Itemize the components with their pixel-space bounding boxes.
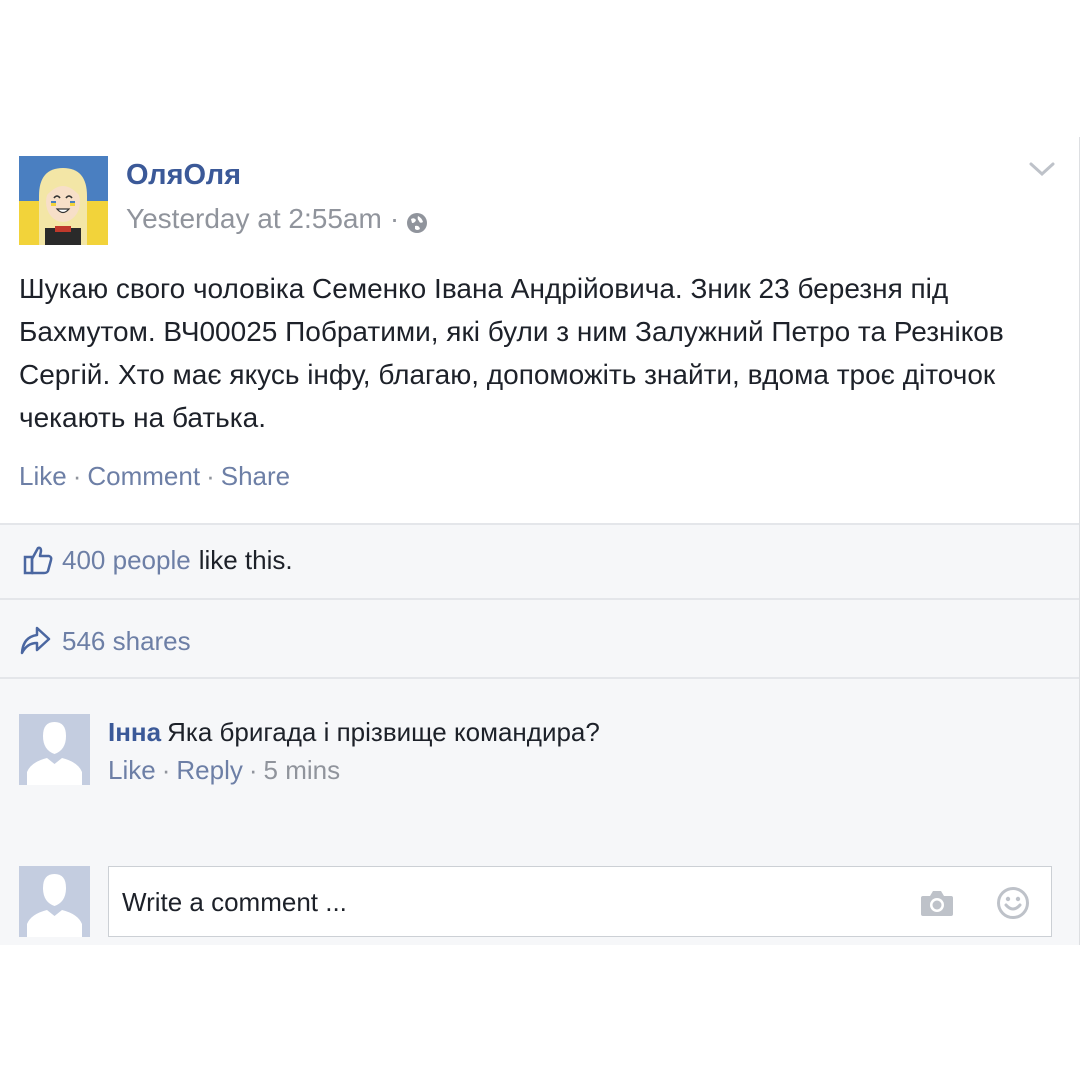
comment-actions: Like · Reply · 5 mins — [108, 755, 340, 786]
divider — [0, 523, 1079, 525]
shares-summary: 546 shares — [18, 618, 191, 664]
author-avatar-image — [19, 156, 108, 245]
share-link[interactable]: Share — [221, 461, 290, 491]
divider — [0, 598, 1079, 600]
comment-input[interactable]: Write a comment ... — [108, 866, 1052, 937]
post-meta: Yesterday at 2:55am · — [126, 203, 429, 235]
likes-summary: 400 people like this. — [22, 540, 293, 580]
action-separator: · — [72, 461, 82, 491]
divider — [0, 677, 1079, 679]
post-timestamp[interactable]: Yesterday at 2:55am — [126, 203, 382, 235]
post-header-section: ОляОля Yesterday at 2:55am · Шукаю свого… — [0, 137, 1079, 525]
comment-action-separator: · — [161, 755, 171, 785]
post-actions: Like · Comment · Share — [19, 461, 290, 492]
author-avatar[interactable] — [19, 156, 108, 245]
comment-action-separator: · — [248, 755, 258, 785]
comment-reply-link[interactable]: Reply — [176, 755, 242, 785]
likes-count-link[interactable]: 400 people — [62, 545, 191, 576]
author-name[interactable]: ОляОля — [126, 159, 241, 192]
meta-separator: · — [389, 203, 400, 234]
commenter-avatar[interactable] — [19, 714, 90, 785]
chevron-down-icon[interactable] — [1028, 159, 1056, 179]
share-arrow-icon — [18, 624, 52, 658]
likes-suffix: like this. — [198, 544, 293, 575]
comment-text: Яка бригада і прізвище командира? — [167, 717, 600, 747]
post-text: Шукаю свого чоловіка Семенко Івана Андрі… — [19, 273, 1004, 433]
comment-body: Інна Яка бригада і прізвище командира? — [108, 717, 600, 748]
shares-count-link[interactable]: 546 shares — [62, 626, 191, 657]
globe-icon[interactable] — [405, 210, 429, 234]
comment-input-placeholder: Write a comment ... — [122, 887, 347, 917]
comment-link[interactable]: Comment — [87, 461, 200, 491]
facebook-post: ОляОля Yesterday at 2:55am · Шукаю свого… — [0, 137, 1080, 945]
camera-icon[interactable] — [919, 888, 955, 918]
thumbs-up-icon — [22, 544, 54, 576]
smiley-icon[interactable] — [996, 886, 1030, 920]
comment-time[interactable]: 5 mins — [264, 755, 341, 785]
current-user-avatar — [19, 866, 90, 937]
commenter-name[interactable]: Інна — [108, 717, 161, 747]
comment-like-link[interactable]: Like — [108, 755, 156, 785]
like-link[interactable]: Like — [19, 461, 67, 491]
action-separator: · — [206, 461, 215, 491]
